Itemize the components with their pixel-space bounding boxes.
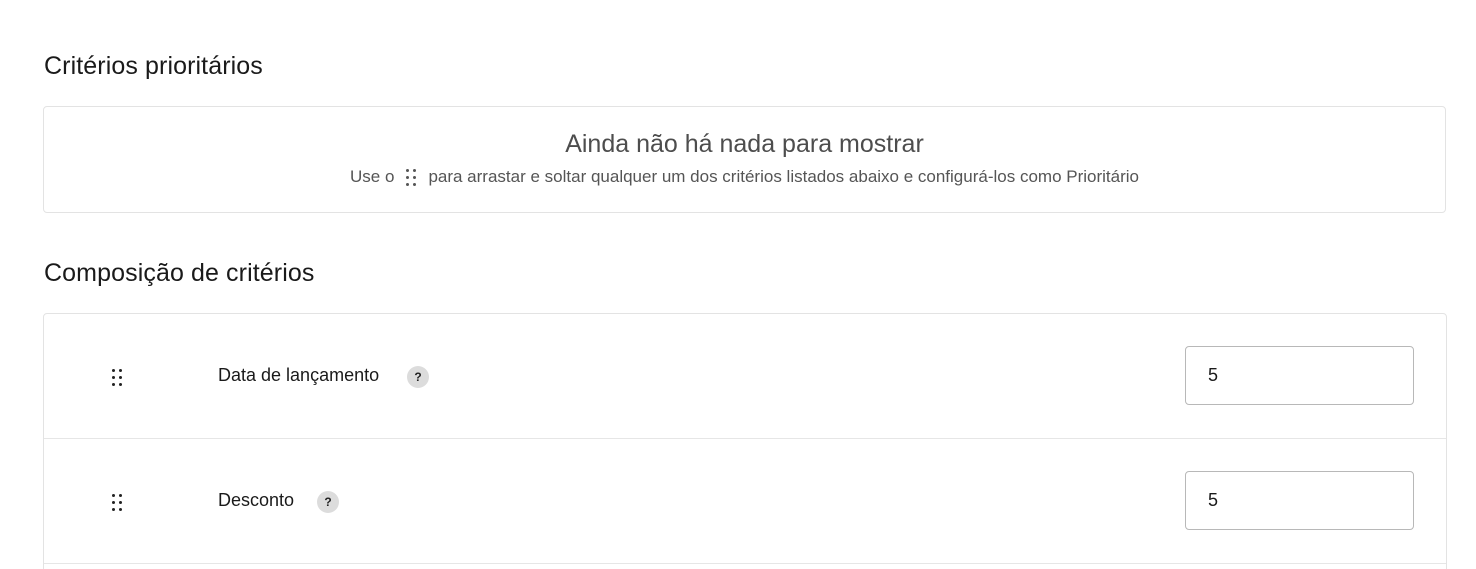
empty-state-desc-prefix: Use o <box>350 167 395 186</box>
empty-state-desc-suffix: para arrastar e soltar qualquer um dos c… <box>428 167 1139 186</box>
help-icon[interactable]: ? <box>317 491 339 513</box>
criteria-row-data-de-lancamento: Data de lançamento ? <box>44 314 1446 439</box>
drag-handle-icon[interactable] <box>110 367 124 388</box>
criteria-list: Data de lançamento ? Desconto ? <box>43 313 1447 569</box>
drag-handle-icon <box>406 168 417 186</box>
empty-state-title: Ainda não há nada para mostrar <box>565 130 924 158</box>
criteria-label: Desconto <box>218 490 295 510</box>
criteria-row-desconto: Desconto ? <box>44 439 1446 564</box>
priority-criteria-empty-state: Ainda não há nada para mostrar Use o par… <box>43 106 1446 213</box>
priority-criteria-title: Critérios prioritários <box>44 52 263 80</box>
criteria-weight-input[interactable] <box>1185 346 1414 405</box>
page: Critérios prioritários Ainda não há nada… <box>0 0 1476 569</box>
criteria-label: Data de lançamento <box>218 365 380 385</box>
drag-handle-icon[interactable] <box>110 492 124 513</box>
help-icon[interactable]: ? <box>407 366 429 388</box>
criteria-weight-input[interactable] <box>1185 471 1414 530</box>
empty-state-description: Use o para arrastar e soltar qualquer um… <box>44 167 1445 187</box>
criteria-composition-title: Composição de critérios <box>44 259 315 287</box>
